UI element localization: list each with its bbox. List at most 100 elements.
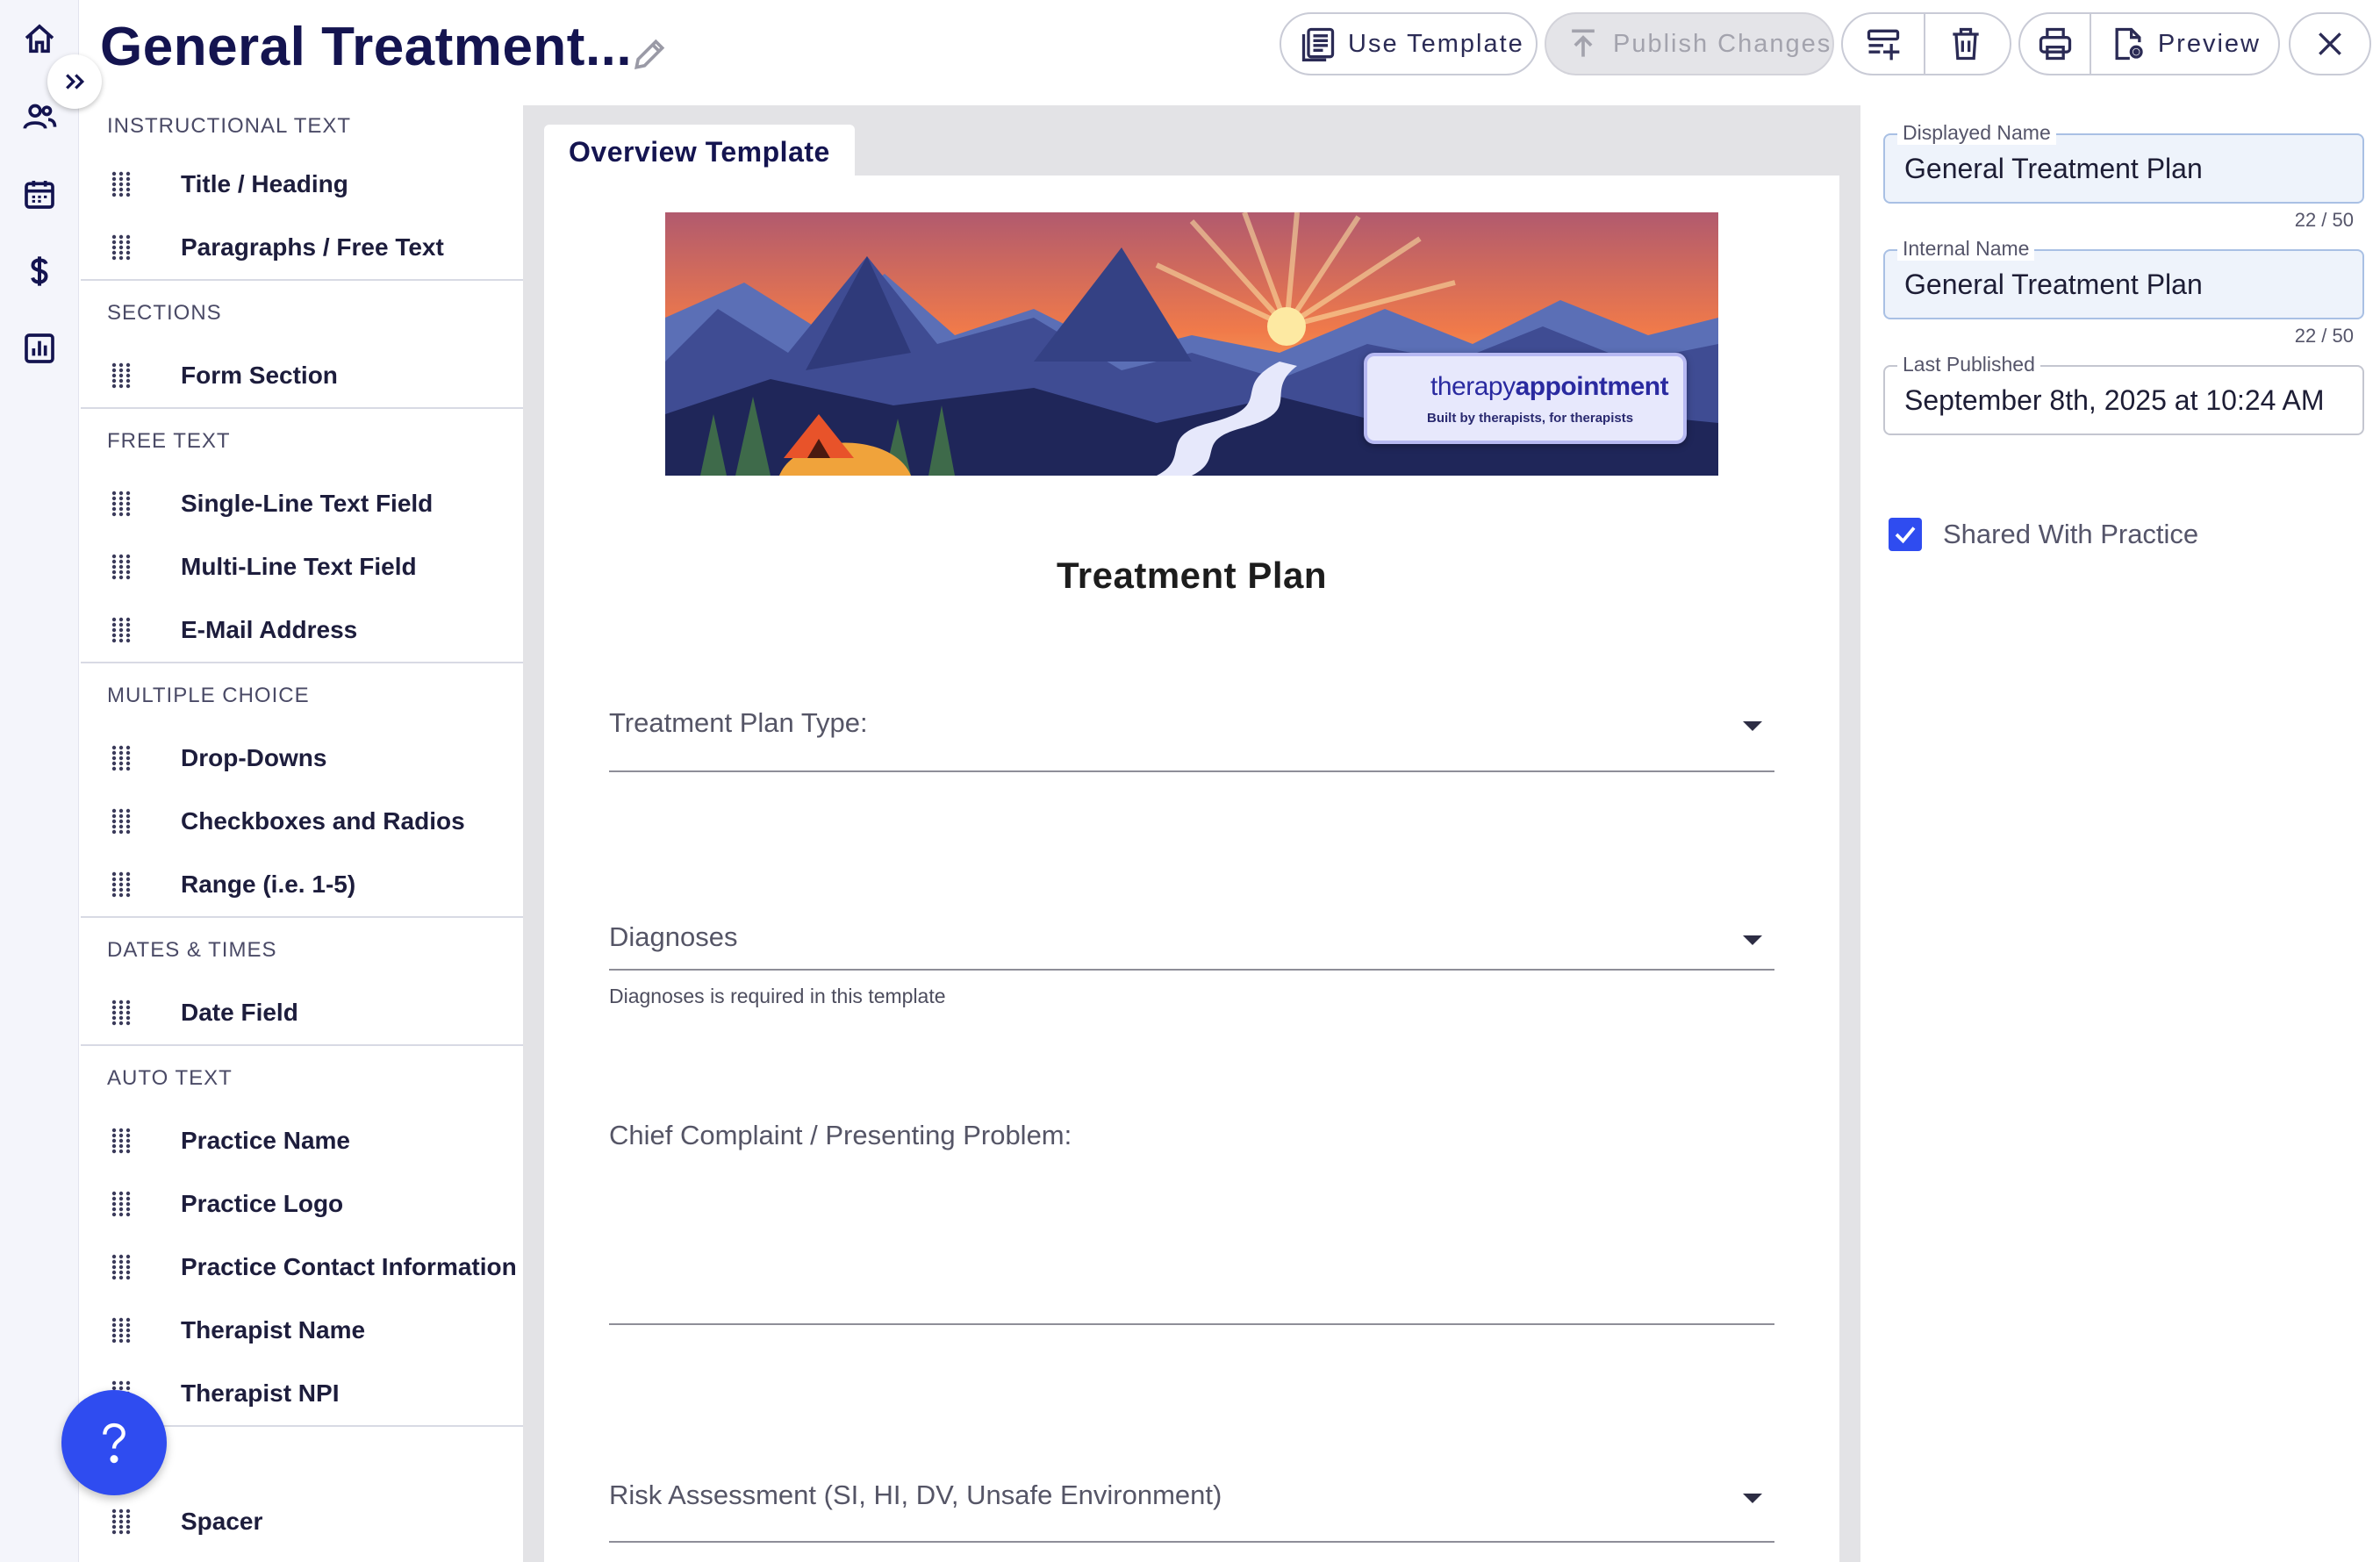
use-template-label: Use Template bbox=[1348, 29, 1524, 58]
palette-item-label: Therapist Name bbox=[181, 1316, 366, 1343]
drag-handle-icon[interactable] bbox=[111, 1508, 132, 1535]
palette-item-label: Paragraphs / Free Text bbox=[181, 233, 444, 261]
drag-handle-icon[interactable] bbox=[111, 234, 132, 261]
drag-handle-icon[interactable] bbox=[111, 808, 132, 835]
palette-item-label: Range (i.e. 1-5) bbox=[181, 871, 356, 898]
palette-item[interactable]: Drop-Downs bbox=[81, 727, 523, 790]
reports-icon[interactable] bbox=[12, 321, 67, 376]
page-title: General Treatment... bbox=[100, 17, 633, 77]
preview-button[interactable]: Preview bbox=[2091, 14, 2278, 74]
drag-handle-icon[interactable] bbox=[111, 871, 132, 898]
drag-handle-icon[interactable] bbox=[111, 1191, 132, 1217]
palette-item[interactable]: E-Mail Address bbox=[81, 598, 523, 662]
palette-category: AUTO TEXT bbox=[81, 1044, 523, 1109]
treatment-plan-type-dropdown[interactable]: Treatment Plan Type: bbox=[609, 691, 1774, 772]
internal-name-counter: 22 / 50 bbox=[2294, 325, 2354, 347]
palette-category: DATES & TIMES bbox=[81, 916, 523, 981]
displayed-name-value: General Treatment Plan bbox=[1904, 153, 2203, 184]
palette-item[interactable]: Multi-Line Text Field bbox=[81, 535, 523, 598]
template-icon bbox=[1301, 27, 1335, 61]
palette-item-label: Practice Name bbox=[181, 1127, 351, 1154]
palette-item-label: Spacer bbox=[181, 1508, 263, 1535]
palette-category: INSTRUCTIONAL TEXT bbox=[107, 114, 352, 138]
calendar-icon[interactable] bbox=[12, 167, 67, 221]
drag-handle-icon[interactable] bbox=[111, 491, 132, 517]
palette-item[interactable]: Therapist Name bbox=[81, 1299, 523, 1362]
use-template-button[interactable]: Use Template bbox=[1281, 14, 1542, 74]
palette-item-label: Multi-Line Text Field bbox=[181, 553, 417, 580]
preview-label: Preview bbox=[2157, 29, 2261, 58]
palette-item[interactable]: Checkboxes and Radios bbox=[81, 790, 523, 853]
delete-button[interactable] bbox=[1925, 14, 2006, 74]
checkmark-icon bbox=[1895, 527, 1916, 544]
palette-item[interactable]: Practice Contact Information bbox=[81, 1236, 523, 1299]
drag-handle-icon[interactable] bbox=[111, 1000, 132, 1026]
palette-item[interactable]: Range (i.e. 1-5) bbox=[81, 853, 523, 916]
close-icon bbox=[2319, 32, 2341, 55]
last-published-label: Last Published bbox=[1897, 353, 2040, 376]
expand-sidebar-button[interactable] bbox=[47, 54, 102, 109]
tab-overview-template[interactable]: Overview Template bbox=[544, 125, 855, 177]
palette-item[interactable]: Paragraphs / Free Text bbox=[81, 216, 523, 279]
close-button[interactable] bbox=[2289, 12, 2371, 75]
drag-handle-icon[interactable] bbox=[111, 171, 132, 197]
palette-item-label: Form Section bbox=[181, 362, 338, 389]
drag-handle-icon[interactable] bbox=[111, 362, 132, 389]
field-label: Risk Assessment (SI, HI, DV, Unsafe Envi… bbox=[609, 1480, 1222, 1510]
displayed-name-field[interactable]: Displayed Name General Treatment Plan bbox=[1883, 121, 2364, 204]
edit-actions-group bbox=[1841, 12, 2011, 75]
pencil-icon[interactable] bbox=[630, 35, 669, 74]
preview-icon bbox=[2115, 27, 2143, 61]
chevron-double-right-icon bbox=[66, 74, 85, 90]
displayed-name-label: Displayed Name bbox=[1897, 121, 2056, 145]
risk-assessment-dropdown[interactable]: Risk Assessment (SI, HI, DV, Unsafe Envi… bbox=[609, 1464, 1774, 1543]
template-document: therapyappointment Built by therapists, … bbox=[544, 176, 1839, 1562]
question-mark-icon bbox=[103, 1422, 125, 1464]
caret-down-icon bbox=[1743, 721, 1762, 731]
print-button[interactable] bbox=[2020, 14, 2090, 74]
billing-icon[interactable] bbox=[12, 244, 67, 298]
shared-with-practice-row[interactable]: Shared With Practice bbox=[1889, 518, 2198, 551]
use-template-group: Use Template bbox=[1280, 12, 1538, 75]
add-row-icon bbox=[1867, 29, 1900, 61]
drag-handle-icon[interactable] bbox=[111, 617, 132, 643]
palette-item[interactable]: Form Section bbox=[81, 344, 523, 407]
chief-complaint-textarea[interactable]: Chief Complaint / Presenting Problem: bbox=[609, 1120, 1774, 1325]
internal-name-field[interactable]: Internal Name General Treatment Plan bbox=[1883, 237, 2364, 319]
internal-name-label: Internal Name bbox=[1897, 237, 2035, 261]
drag-handle-icon[interactable] bbox=[111, 745, 132, 771]
properties-panel: Displayed Name General Treatment Plan 22… bbox=[1860, 105, 2380, 1562]
therapyappointment-logo: therapyappointment Built by therapists, … bbox=[1364, 353, 1687, 444]
palette-item[interactable]: Spacer bbox=[81, 1490, 523, 1553]
template-canvas: Overview Template therapyappointment Bui… bbox=[523, 105, 1860, 1562]
help-button[interactable] bbox=[61, 1390, 167, 1495]
palette-item[interactable]: Practice Logo bbox=[81, 1172, 523, 1236]
palette-item-label: Practice Logo bbox=[181, 1190, 344, 1217]
palette-item-label: Single-Line Text Field bbox=[181, 490, 434, 517]
palette-item-label: Therapist NPI bbox=[181, 1379, 340, 1407]
caret-down-icon bbox=[1743, 935, 1762, 945]
trash-icon bbox=[1953, 27, 1979, 61]
add-section-button[interactable] bbox=[1843, 14, 1924, 74]
shared-with-practice-checkbox[interactable] bbox=[1889, 518, 1922, 551]
palette-item[interactable]: Practice Name bbox=[81, 1109, 523, 1172]
palette-item[interactable]: Date Field bbox=[81, 981, 523, 1044]
drag-handle-icon[interactable] bbox=[111, 554, 132, 580]
palette-category: SECTIONS bbox=[81, 279, 523, 344]
publish-changes-button[interactable]: Publish Changes bbox=[1546, 14, 1849, 74]
nav-rail bbox=[0, 0, 79, 1562]
palette-item[interactable]: Single-Line Text Field bbox=[81, 472, 523, 535]
palette-item-label: Title / Heading bbox=[181, 170, 348, 197]
last-published-value: September 8th, 2025 at 10:24 AM bbox=[1904, 384, 2325, 416]
publish-changes-label: Publish Changes bbox=[1613, 29, 1832, 58]
practice-banner: therapyappointment Built by therapists, … bbox=[665, 212, 1718, 476]
publish-icon bbox=[1572, 29, 1595, 57]
drag-handle-icon[interactable] bbox=[111, 1254, 132, 1280]
palette-item-label: E-Mail Address bbox=[181, 616, 358, 643]
palette-item[interactable]: Title / Heading bbox=[81, 153, 523, 216]
drag-handle-icon[interactable] bbox=[111, 1317, 132, 1343]
field-label: Diagnoses bbox=[609, 921, 738, 952]
drag-handle-icon[interactable] bbox=[111, 1128, 132, 1154]
diagnoses-dropdown[interactable]: Diagnoses bbox=[609, 913, 1774, 971]
caret-down-icon bbox=[1743, 1494, 1762, 1503]
